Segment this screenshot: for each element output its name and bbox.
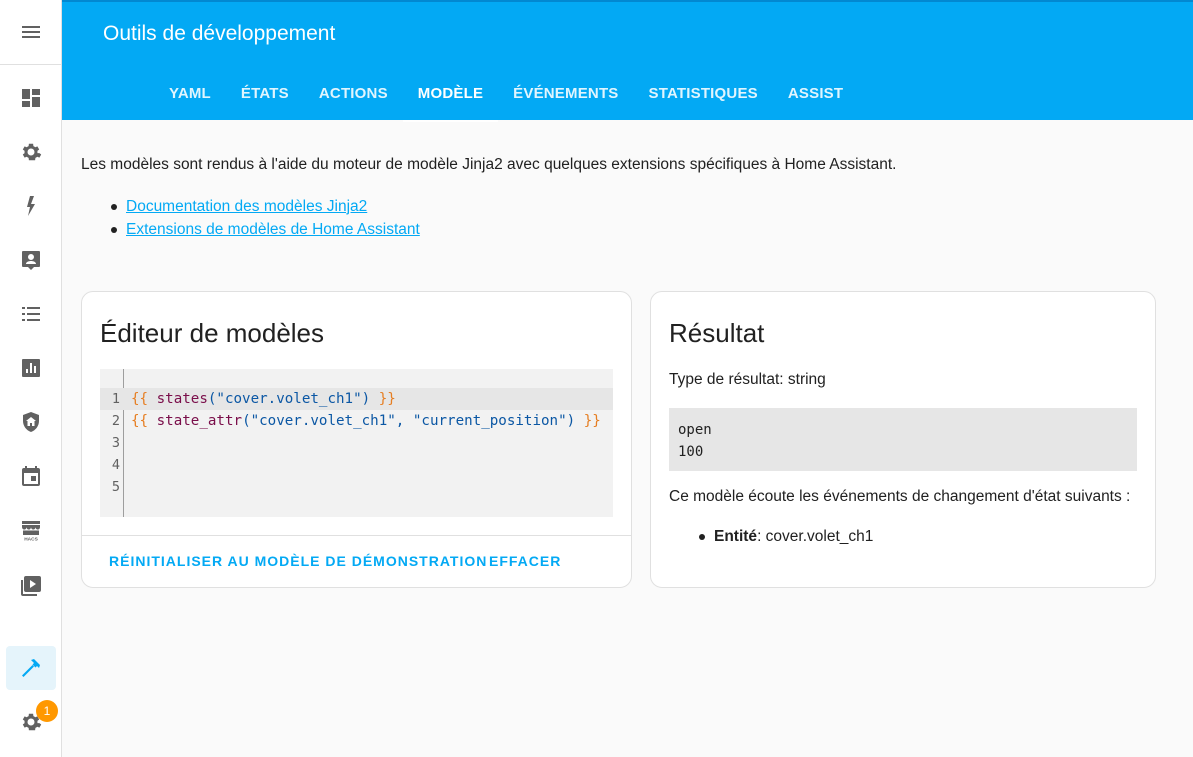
- result-output: open 100: [669, 408, 1137, 471]
- code-token: ("cover.volet_ch1", "current_position"): [242, 413, 576, 429]
- result-line: open: [678, 422, 712, 438]
- line-number: 1: [111, 391, 120, 407]
- code-line: 5: [100, 476, 613, 498]
- jinja-docs-link[interactable]: Documentation des modèles Jinja2: [126, 198, 367, 216]
- tab-assist[interactable]: ASSIST: [773, 65, 858, 122]
- tab-bar: YAML ÉTATS ACTIONS MODÈLE ÉVÉNEMENTS STA…: [154, 65, 858, 122]
- sidebar-item-security[interactable]: [6, 400, 56, 444]
- listen-text: Ce modèle écoute les événements de chang…: [669, 488, 1131, 505]
- tab-statistics[interactable]: STATISTIQUES: [634, 65, 773, 122]
- sidebar-item-hacs[interactable]: HACS: [6, 508, 56, 552]
- media-icon: [21, 576, 41, 596]
- list-icon: [22, 307, 40, 321]
- result-type: Type de résultat: string: [669, 371, 826, 388]
- shield-home-icon: [23, 412, 39, 432]
- sidebar-item-logbook[interactable]: [6, 292, 56, 336]
- sidebar-item-calendar[interactable]: [6, 454, 56, 498]
- reset-template-button[interactable]: RÉINITIALISER AU MODÈLE DE DÉMONSTRATION: [109, 553, 487, 569]
- line-number: 3: [111, 435, 120, 451]
- entity-value: : cover.volet_ch1: [757, 528, 874, 545]
- result-line: 100: [678, 444, 704, 460]
- sidebar-header: [0, 0, 61, 65]
- line-number: 2: [111, 413, 120, 429]
- code-line: 3: [100, 432, 613, 454]
- editor-title: Éditeur de modèles: [100, 318, 325, 348]
- result-card: Résultat Type de résultat: string open 1…: [650, 291, 1156, 588]
- lightning-icon: [27, 196, 35, 216]
- intro-text: Les modèles sont rendus à l'aide du mote…: [81, 156, 897, 173]
- code-token: states: [156, 391, 208, 407]
- tab-template[interactable]: MODÈLE: [402, 65, 499, 122]
- code-token: }}: [378, 391, 396, 407]
- sidebar-item-developer-tools[interactable]: [6, 646, 56, 690]
- result-title: Résultat: [669, 318, 765, 348]
- clear-button[interactable]: EFFACER: [489, 553, 561, 569]
- list-item: Documentation des modèles Jinja2: [111, 195, 420, 218]
- calendar-icon: [22, 466, 40, 486]
- code-token: state_attr: [156, 413, 243, 429]
- gear-icon: [22, 143, 42, 161]
- hacs-store-icon: HACS: [22, 521, 40, 543]
- sidebar-item-energy[interactable]: [6, 184, 56, 228]
- ha-extensions-link[interactable]: Extensions de modèles de Home Assistant: [126, 221, 420, 239]
- menu-icon[interactable]: [19, 20, 43, 44]
- hammer-icon: [22, 659, 40, 677]
- listened-entities: Entité: cover.volet_ch1: [699, 528, 873, 546]
- sidebar-item-settings[interactable]: 1: [6, 700, 58, 744]
- code-line: 4: [100, 454, 613, 476]
- person-card-icon: [22, 251, 40, 270]
- sidebar: HACS 1: [0, 0, 62, 757]
- code-line: 2 {{ state_attr("cover.volet_ch1", "curr…: [100, 410, 613, 432]
- tab-events[interactable]: ÉVÉNEMENTS: [498, 65, 633, 122]
- code-editor[interactable]: 1 {{ states("cover.volet_ch1") }} 2 {{ s…: [100, 369, 613, 517]
- sidebar-item-overview[interactable]: [6, 76, 56, 120]
- page-title: Outils de développement: [103, 22, 336, 45]
- code-token: }}: [583, 413, 601, 429]
- doc-links: Documentation des modèles Jinja2 Extensi…: [111, 195, 420, 241]
- chart-icon: [22, 359, 40, 377]
- code-token: ("cover.volet_ch1"): [207, 391, 371, 407]
- line-number: 5: [111, 479, 120, 495]
- sidebar-item-history[interactable]: [6, 346, 56, 390]
- sidebar-item-person[interactable]: [6, 238, 56, 282]
- card-actions: RÉINITIALISER AU MODÈLE DE DÉMONSTRATION…: [82, 535, 631, 587]
- code-token: {{: [131, 413, 149, 429]
- template-editor-card: Éditeur de modèles 1 {{ states("cover.vo…: [81, 291, 632, 588]
- list-item: Extensions de modèles de Home Assistant: [111, 218, 420, 241]
- list-item: Entité: cover.volet_ch1: [699, 528, 873, 546]
- tab-states[interactable]: ÉTATS: [226, 65, 304, 122]
- code-line: 1 {{ states("cover.volet_ch1") }}: [100, 388, 613, 410]
- sidebar-item-media[interactable]: [6, 564, 56, 608]
- tab-actions[interactable]: ACTIONS: [304, 65, 403, 122]
- code-token: {{: [131, 391, 149, 407]
- dashboard-icon: [22, 89, 40, 107]
- sidebar-item-settings-general[interactable]: [6, 130, 56, 174]
- line-number: 4: [111, 457, 120, 473]
- notification-badge: 1: [36, 700, 58, 722]
- tab-yaml[interactable]: YAML: [154, 65, 226, 122]
- svg-text:HACS: HACS: [24, 537, 38, 543]
- entity-label: Entité: [714, 528, 758, 545]
- app-header: Outils de développement YAML ÉTATS ACTIO…: [62, 0, 1193, 122]
